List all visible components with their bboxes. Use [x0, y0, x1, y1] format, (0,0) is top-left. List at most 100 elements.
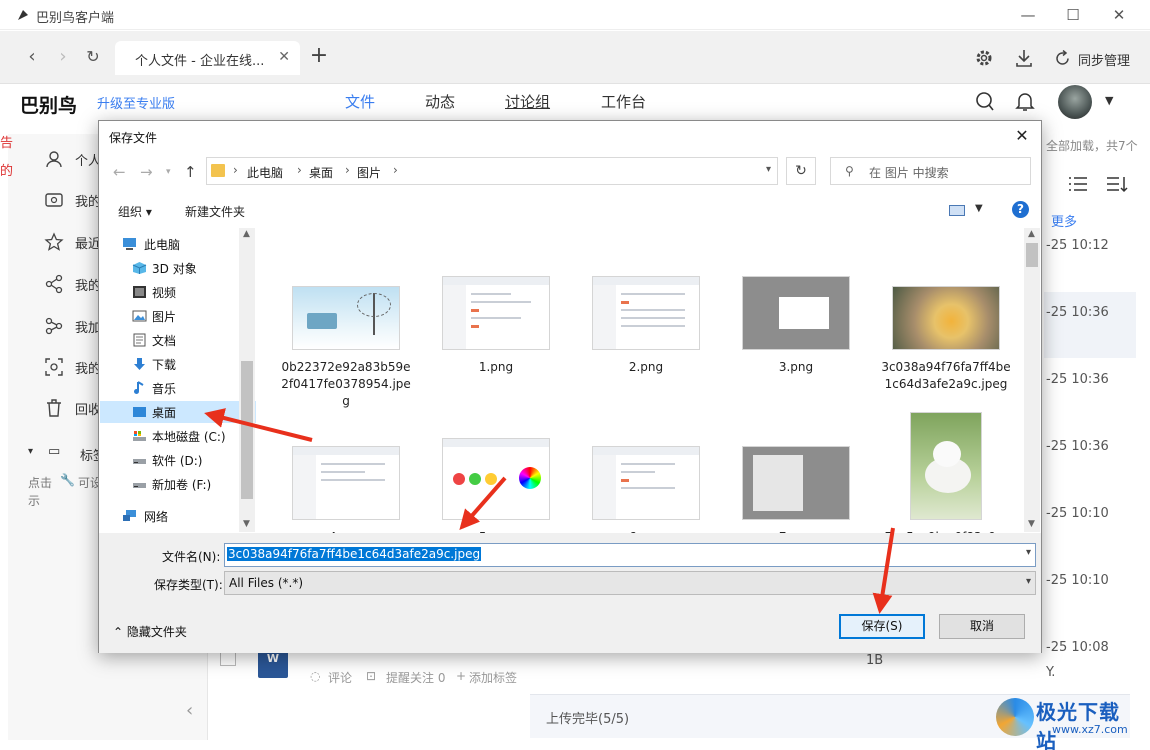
file-thumbnail [592, 276, 700, 350]
music-icon [134, 381, 144, 394]
file-name: 1.png [478, 360, 514, 374]
recent-locations-icon[interactable]: ▾ [166, 167, 171, 177]
file-item[interactable]: 7ce5ec9b...0f83c9... [881, 412, 1011, 546]
row-comment-link[interactable]: 评论 [328, 669, 352, 686]
tags-expand-icon[interactable]: ▾ [28, 446, 33, 457]
maximize-button[interactable]: ☐ [1061, 4, 1085, 26]
comment-icon[interactable]: ◌ [310, 669, 320, 683]
settings-gear-icon[interactable] [974, 48, 994, 68]
nav-workbench[interactable]: 工作台 [601, 91, 646, 112]
address-dropdown-icon[interactable]: ▾ [766, 164, 771, 175]
tree-item-drive-c[interactable]: 本地磁盘 (C:) [100, 425, 256, 447]
cancel-button[interactable]: 取消 [939, 614, 1025, 639]
tree-item-downloads[interactable]: 下载 [100, 353, 256, 375]
refresh-button[interactable]: ↻ [786, 157, 816, 185]
reload-button[interactable]: ↻ [82, 46, 104, 68]
file-item[interactable]: 5.png [431, 438, 561, 546]
user-avatar[interactable] [1058, 85, 1092, 119]
tree-item-music[interactable]: 音乐 [100, 377, 256, 399]
back-button[interactable]: ‹ [21, 46, 43, 68]
nav-activity[interactable]: 动态 [425, 91, 455, 112]
tree-item-documents[interactable]: 文档 [100, 329, 256, 351]
file-item[interactable]: 2.png [581, 276, 711, 376]
watermark-logo-icon [996, 698, 1034, 736]
tree-item-drive-d[interactable]: 软件 (D:) [100, 449, 256, 471]
nav-discussion[interactable]: 讨论组 [505, 91, 550, 112]
address-bar[interactable]: › 此电脑 › 桌面 › 图片 › ▾ [206, 157, 778, 185]
file-item[interactable]: 3.png [731, 276, 861, 376]
collapse-sidebar-icon[interactable]: ‹ [186, 700, 193, 721]
file-item[interactable]: 4.png [281, 446, 411, 546]
hide-folders-toggle[interactable]: ⌃ 隐藏文件夹 [113, 623, 187, 640]
chevron-down-icon[interactable]: ▾ [1026, 547, 1031, 558]
breadcrumb-pictures[interactable]: 图片 [357, 164, 381, 181]
file-thumbnail [892, 286, 1000, 350]
save-button[interactable]: 保存(S) [839, 614, 925, 639]
dialog-close-button[interactable]: ✕ [1011, 125, 1033, 147]
scroll-up-icon[interactable]: ▲ [1028, 229, 1035, 239]
download-icon[interactable] [1014, 48, 1034, 68]
search-icon[interactable] [975, 91, 995, 113]
view-options-icon[interactable] [949, 205, 965, 216]
file-grid-scrollbar-thumb[interactable] [1026, 243, 1038, 267]
file-thumbnail [442, 276, 550, 350]
tree-label: 此电脑 [144, 238, 181, 252]
notification-bell-icon[interactable] [1015, 91, 1035, 113]
chevron-down-icon[interactable]: ▼ [1105, 94, 1113, 107]
upgrade-link[interactable]: 升级至专业版 [97, 93, 175, 112]
scroll-down-icon[interactable]: ▼ [1028, 519, 1035, 529]
network-icon [123, 510, 136, 521]
tree-item-network[interactable]: 网络 [100, 505, 256, 527]
tree-item-this-pc[interactable]: 此电脑 [100, 233, 256, 255]
row-tag-link[interactable]: 添加标签 [469, 669, 517, 686]
dialog-search-input[interactable]: ⚲ 在 图片 中搜索 [830, 157, 1031, 185]
filetype-select[interactable]: All Files (*.*) ▾ [224, 571, 1036, 595]
sort-icon[interactable] [1106, 175, 1128, 193]
tree-item-desktop[interactable]: 桌面 [100, 401, 256, 423]
dialog-back-button[interactable]: ← [113, 163, 126, 181]
chevron-down-icon[interactable]: ▾ [1026, 576, 1031, 587]
file-item[interactable]: 1.png [431, 276, 561, 376]
load-status: 全部加载，共7个 [1046, 139, 1138, 153]
tree-item-video[interactable]: 视频 [100, 281, 256, 303]
close-window-button[interactable]: ✕ [1107, 4, 1131, 26]
new-folder-button[interactable]: 新建文件夹 [185, 203, 245, 220]
file-grid-scrollbar[interactable] [1024, 228, 1040, 532]
pc-icon [123, 238, 136, 250]
nav-files[interactable]: 文件 [345, 91, 375, 112]
scroll-down-icon[interactable]: ▼ [243, 519, 250, 529]
minimize-button[interactable]: — [1016, 4, 1040, 26]
window-title: 巴别鸟客户端 [36, 11, 115, 26]
view-dropdown-icon[interactable]: ▼ [975, 203, 983, 214]
row-trail: Y. [1046, 665, 1056, 680]
dialog-forward-button[interactable]: → [140, 163, 153, 181]
row-follow-link[interactable]: 提醒关注 0 [386, 669, 445, 686]
file-item[interactable]: 3c038a94f76fa7ff4be1c64d3afe2a9c.jpeg [881, 286, 1011, 393]
new-tab-button[interactable]: + [308, 44, 330, 68]
tree-item-3d-objects[interactable]: 3D 对象 [100, 257, 256, 279]
follow-icon[interactable]: ⊡ [366, 669, 376, 683]
row-date: -25 10:10 [1046, 573, 1109, 588]
tab-personal-files[interactable]: 个人文件 - 企业在线... ✕ [115, 41, 300, 75]
forward-button[interactable]: › [52, 46, 74, 68]
breadcrumb-this-pc[interactable]: 此电脑 [247, 164, 283, 181]
file-item[interactable]: 6.png [581, 446, 711, 546]
sync-management-link[interactable]: 同步管理 [1078, 50, 1130, 69]
tree-scrollbar-thumb[interactable] [241, 361, 253, 499]
file-item[interactable]: 0b22372e92a83b59e2f0417fe0378954.jpeg [281, 286, 411, 410]
upload-status-text: 上传完毕(5/5) [546, 712, 630, 727]
list-view-icon[interactable] [1068, 175, 1088, 193]
help-icon[interactable]: ? [1012, 201, 1029, 218]
organize-button[interactable]: 组织 ▾ [118, 203, 152, 220]
up-folder-button[interactable]: ↑ [184, 163, 197, 181]
tree-item-pictures[interactable]: 图片 [100, 305, 256, 327]
file-item[interactable]: 7.png [731, 446, 861, 546]
tree-item-drive-f[interactable]: 新加卷 (F:) [100, 473, 256, 495]
filename-input[interactable]: 3c038a94f76fa7ff4be1c64d3afe2a9c.jpeg ▾ [224, 543, 1036, 567]
sync-icon[interactable] [1054, 50, 1071, 67]
add-icon[interactable]: + [456, 669, 466, 683]
breadcrumb-desktop[interactable]: 桌面 [309, 164, 333, 181]
tab-close-icon[interactable]: ✕ [278, 49, 290, 65]
scroll-up-icon[interactable]: ▲ [243, 229, 250, 239]
more-link[interactable]: 更多 [1051, 211, 1077, 230]
